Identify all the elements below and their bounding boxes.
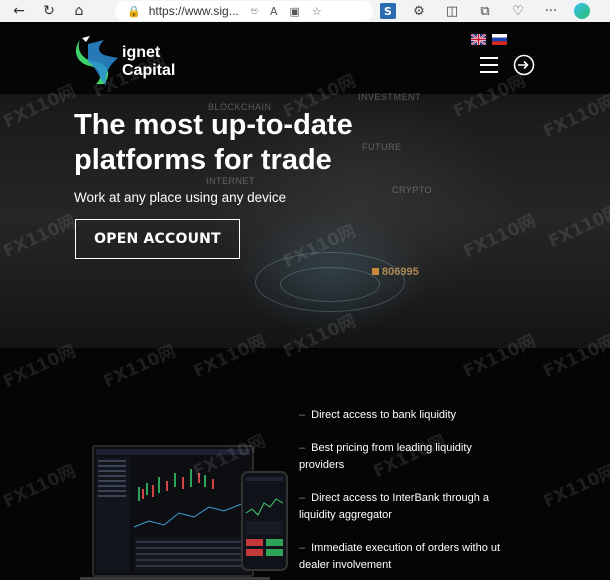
hero-title: The most up-to-date platforms for trade bbox=[74, 108, 394, 178]
hero-title-line-2: platforms for trade bbox=[74, 144, 332, 176]
login-icon[interactable] bbox=[513, 54, 535, 76]
hologram-ring bbox=[280, 267, 380, 302]
watermark: FX110网 bbox=[540, 461, 610, 513]
list-item: – Best pricing from leading liquidity pro… bbox=[299, 440, 514, 474]
hero-title-line-1: The most up-to-date bbox=[74, 109, 353, 141]
open-account-button[interactable]: OPEN ACCOUNT bbox=[75, 219, 240, 259]
reload-icon[interactable]: ↻ bbox=[40, 2, 58, 20]
bg-word: CRYPTO bbox=[392, 185, 433, 195]
lock-icon[interactable]: 🔒 bbox=[127, 5, 141, 18]
read-aloud-icon[interactable]: A bbox=[270, 5, 278, 18]
back-icon[interactable]: ← bbox=[10, 2, 28, 20]
feature-text: Direct access to bank liquidity bbox=[311, 409, 457, 421]
bullet-dash: – bbox=[299, 542, 306, 554]
laptop-mockup bbox=[92, 445, 254, 577]
address-bar[interactable]: 🔒 https://www.sig... ಅ A ▣ ☆ bbox=[115, 1, 373, 21]
hero-subtitle: Work at any place using any device bbox=[74, 190, 287, 205]
bg-word: INVESTMENT bbox=[358, 92, 422, 102]
bullet-dash: – bbox=[299, 442, 306, 454]
edge-icon[interactable] bbox=[574, 3, 590, 19]
signet-capital-logo[interactable]: ignet Capital bbox=[74, 36, 184, 88]
logo-line-1: ignet bbox=[122, 44, 161, 61]
browser-toolbar: ← ↻ ⌂ 🔒 https://www.sig... ಅ A ▣ ☆ S ⚙ ◫… bbox=[0, 0, 610, 22]
list-item: – Direct access to InterBank through a li… bbox=[299, 490, 514, 524]
trading-platform-screenshot bbox=[94, 447, 252, 575]
feature-text: Best pricing from leading liquidity prov… bbox=[299, 442, 472, 471]
logo-text: ignet Capital bbox=[122, 44, 175, 80]
favorite-icon[interactable]: ☆ bbox=[312, 5, 322, 18]
media-icon[interactable]: ▣ bbox=[290, 5, 300, 18]
flag-ru-icon[interactable] bbox=[492, 34, 507, 45]
home-icon[interactable]: ⌂ bbox=[70, 2, 88, 20]
watermark: FX110网 bbox=[0, 461, 79, 513]
hamburger-icon[interactable] bbox=[480, 57, 498, 73]
mobile-app-screenshot bbox=[243, 473, 286, 569]
site-page: BLOCKCHAIN FUTURE INTERNET CRYPTO INVEST… bbox=[0, 22, 610, 580]
list-item: – Immediate execution of orders witho ut … bbox=[299, 540, 514, 574]
extensions-icon[interactable]: ⚙ bbox=[409, 1, 429, 21]
extension-s-icon[interactable]: S bbox=[380, 3, 396, 19]
logo-line-2: Capital bbox=[122, 62, 176, 79]
logo-mark bbox=[75, 36, 118, 86]
collections-icon[interactable]: ⧉ bbox=[475, 1, 495, 21]
feature-text: Direct access to InterBank through a liq… bbox=[299, 492, 490, 521]
more-icon[interactable]: ··· bbox=[541, 1, 561, 21]
bullet-dash: – bbox=[299, 492, 306, 504]
feature-text: Immediate execution of orders witho ut d… bbox=[299, 542, 501, 571]
address-url[interactable]: https://www.sig... bbox=[149, 4, 239, 18]
flag-uk-icon[interactable] bbox=[471, 34, 486, 45]
heart-icon[interactable]: ♡ bbox=[508, 1, 528, 21]
language-switcher bbox=[471, 34, 507, 45]
list-item: – Direct access to bank liquidity bbox=[299, 407, 514, 424]
bullet-dash: – bbox=[299, 409, 306, 421]
phone-mockup bbox=[241, 471, 288, 571]
split-screen-icon[interactable]: ◫ bbox=[442, 1, 462, 21]
translate-icon[interactable]: ಅ bbox=[251, 4, 258, 18]
